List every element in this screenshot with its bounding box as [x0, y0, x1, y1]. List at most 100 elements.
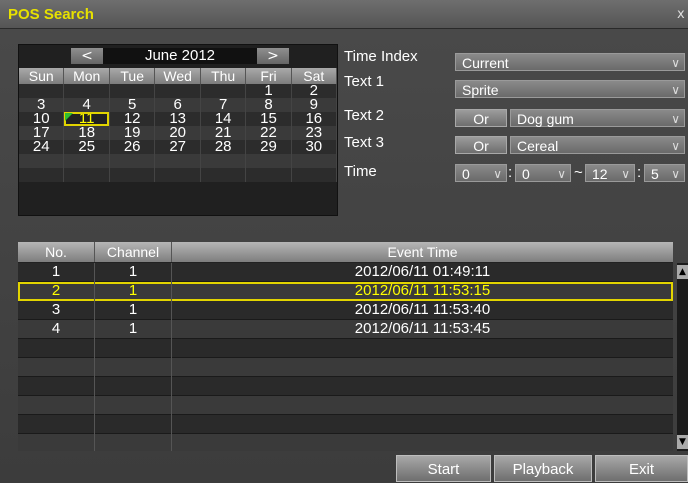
chevron-down-icon: ∨: [671, 56, 680, 70]
text1-dropdown[interactable]: Sprite ∨: [455, 80, 685, 98]
calendar-day: [63, 168, 110, 182]
table-body: 1 1 2012/06/11 01:49:11 2 1 2012/06/11 1…: [18, 263, 673, 451]
time-from-minute-value: 0: [522, 166, 530, 182]
row-no: 2: [51, 282, 61, 299]
scroll-down-icon[interactable]: ▼: [677, 435, 688, 449]
playback-button[interactable]: Playback: [494, 455, 592, 482]
row-channel: 1: [128, 320, 138, 337]
scroll-up-icon[interactable]: ▲: [677, 265, 688, 279]
title-bar: POS Search x: [0, 0, 688, 29]
text2-value: Dog gum: [517, 111, 574, 127]
calendar-day: [154, 154, 201, 168]
row-event-time: 2012/06/11 11:53:45: [354, 320, 491, 337]
calendar-day: [291, 168, 338, 182]
time-to-minute-dropdown[interactable]: 5 ∨: [644, 164, 685, 182]
calendar-day[interactable]: 27: [154, 139, 201, 154]
calendar-header: < June 2012 >: [19, 45, 337, 65]
table-header: No. Channel Event Time: [18, 242, 673, 262]
chevron-down-icon: ∨: [557, 167, 566, 181]
time-to-hour-dropdown[interactable]: 12 ∨: [585, 164, 635, 182]
calendar-day: [63, 154, 110, 168]
text3-label: Text 3: [344, 134, 385, 151]
text3-or-button[interactable]: Or: [455, 136, 507, 154]
exit-button[interactable]: Exit: [595, 455, 688, 482]
text2-or-button[interactable]: Or: [455, 109, 507, 127]
table-row-empty: [18, 396, 673, 415]
time-to-hour-value: 12: [592, 166, 608, 182]
window-title: POS Search: [8, 6, 94, 23]
chevron-down-icon: ∨: [671, 139, 680, 153]
text2-dropdown[interactable]: Dog gum ∨: [510, 109, 685, 127]
row-channel: 1: [128, 301, 138, 318]
table-row-empty: [18, 339, 673, 358]
chevron-down-icon: ∨: [621, 167, 630, 181]
table-row[interactable]: 4 1 2012/06/11 11:53:45: [18, 320, 673, 339]
chevron-down-icon: ∨: [671, 167, 680, 181]
table-scrollbar[interactable]: ▲ ▼: [677, 263, 688, 451]
row-no: 3: [51, 301, 61, 318]
calendar-month-label: June 2012: [103, 48, 257, 64]
column-header-channel[interactable]: Channel: [95, 242, 172, 262]
row-no: 1: [51, 263, 61, 280]
row-event-time: 2012/06/11 01:49:11: [354, 263, 491, 280]
table-row-selected[interactable]: 2 1 2012/06/11 11:53:15: [18, 282, 673, 301]
row-event-time: 2012/06/11 11:53:15: [354, 282, 491, 299]
time-label: Time: [344, 163, 377, 180]
pos-search-window: POS Search x < June 2012 > Sun Mon Tue W…: [0, 0, 688, 483]
table-row[interactable]: 1 1 2012/06/11 01:49:11: [18, 263, 673, 282]
previous-month-button[interactable]: <: [71, 48, 103, 64]
calendar-day[interactable]: 26: [109, 139, 156, 154]
chevron-down-icon: ∨: [671, 83, 680, 97]
row-channel: 1: [128, 263, 138, 280]
time-range-separator: ~: [574, 164, 583, 181]
calendar-day: [19, 168, 65, 182]
calendar-day: [109, 154, 156, 168]
weekday-wed: Wed: [154, 68, 201, 84]
calendar-day[interactable]: 28: [200, 139, 247, 154]
calendar-day: [19, 154, 65, 168]
column-divider: [171, 263, 172, 451]
time-index-dropdown[interactable]: Current ∨: [455, 53, 685, 71]
column-divider: [94, 263, 95, 451]
text3-value: Cereal: [517, 138, 559, 154]
column-header-event-time[interactable]: Event Time: [172, 242, 673, 262]
column-header-no[interactable]: No.: [18, 242, 95, 262]
time-index-value: Current: [462, 55, 509, 71]
time-separator: :: [508, 164, 513, 181]
start-button[interactable]: Start: [396, 455, 491, 482]
event-table: No. Channel Event Time 1 1 2012/06/11 01…: [18, 242, 673, 451]
calendar-day[interactable]: 30: [291, 139, 338, 154]
text2-label: Text 2: [344, 107, 385, 124]
time-from-hour-dropdown[interactable]: 0 ∨: [455, 164, 507, 182]
calendar-day[interactable]: 29: [245, 139, 292, 154]
table-row-empty: [18, 415, 673, 434]
calendar-grid: Sun Mon Tue Wed Thu Fri Sat 1 2 3 4 5 6 …: [19, 68, 338, 182]
weekday-sun: Sun: [19, 68, 65, 84]
row-no: 4: [51, 320, 61, 337]
calendar: < June 2012 > Sun Mon Tue Wed Thu Fri Sa…: [18, 44, 338, 216]
calendar-day: [245, 168, 292, 182]
next-month-button[interactable]: >: [257, 48, 289, 64]
weekday-mon: Mon: [63, 68, 110, 84]
calendar-day: [154, 168, 201, 182]
calendar-day: [245, 154, 292, 168]
time-from-minute-dropdown[interactable]: 0 ∨: [515, 164, 571, 182]
close-icon[interactable]: x: [677, 7, 685, 22]
calendar-day-selected[interactable]: 11: [63, 111, 110, 126]
time-to-minute-value: 5: [651, 166, 659, 182]
table-row[interactable]: 3 1 2012/06/11 11:53:40: [18, 301, 673, 320]
calendar-day[interactable]: 24: [19, 139, 65, 154]
chevron-down-icon: ∨: [671, 112, 680, 126]
calendar-day: [109, 168, 156, 182]
chevron-down-icon: ∨: [493, 167, 502, 181]
text3-dropdown[interactable]: Cereal ∨: [510, 136, 685, 154]
time-separator: :: [637, 164, 642, 181]
row-event-time: 2012/06/11 11:53:40: [354, 301, 491, 318]
calendar-day[interactable]: 25: [63, 139, 110, 154]
weekday-tue: Tue: [109, 68, 156, 84]
calendar-day: [200, 168, 247, 182]
table-row-empty: [18, 434, 673, 451]
text1-value: Sprite: [462, 82, 499, 98]
text1-label: Text 1: [344, 73, 385, 90]
table-row-empty: [18, 358, 673, 377]
